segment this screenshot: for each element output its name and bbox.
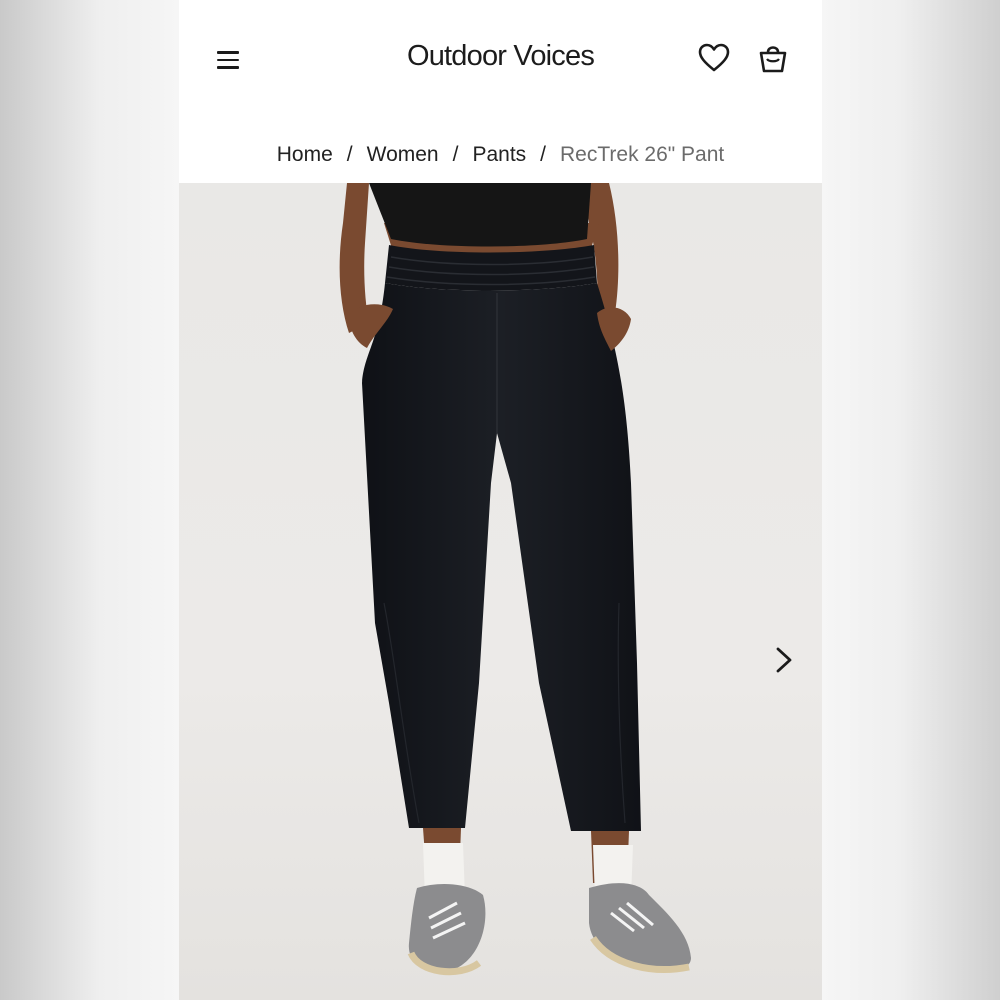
- chevron-right-icon: [776, 647, 792, 673]
- breadcrumb-separator: /: [452, 143, 459, 166]
- breadcrumb-separator: /: [346, 143, 353, 166]
- product-image[interactable]: [179, 183, 822, 1000]
- breadcrumb-current: RecTrek 26" Pant: [560, 143, 725, 166]
- model-illustration: [339, 183, 691, 976]
- site-header: Outdoor Voices: [179, 0, 822, 120]
- bag-button[interactable]: [755, 40, 791, 76]
- product-page: Outdoor Voices Home / Women / Pants / Re…: [179, 0, 822, 1000]
- wishlist-button[interactable]: [696, 40, 732, 76]
- breadcrumb-women[interactable]: Women: [367, 143, 439, 167]
- breadcrumb-separator: /: [540, 143, 546, 166]
- breadcrumb-home[interactable]: Home: [277, 143, 333, 167]
- heart-icon: [698, 43, 730, 72]
- next-image-button[interactable]: [769, 642, 799, 678]
- shopping-bag-icon: [759, 46, 787, 73]
- breadcrumb: Home / Women / Pants / RecTrek 26" Pant: [179, 130, 822, 180]
- breadcrumb-pants[interactable]: Pants: [472, 143, 526, 167]
